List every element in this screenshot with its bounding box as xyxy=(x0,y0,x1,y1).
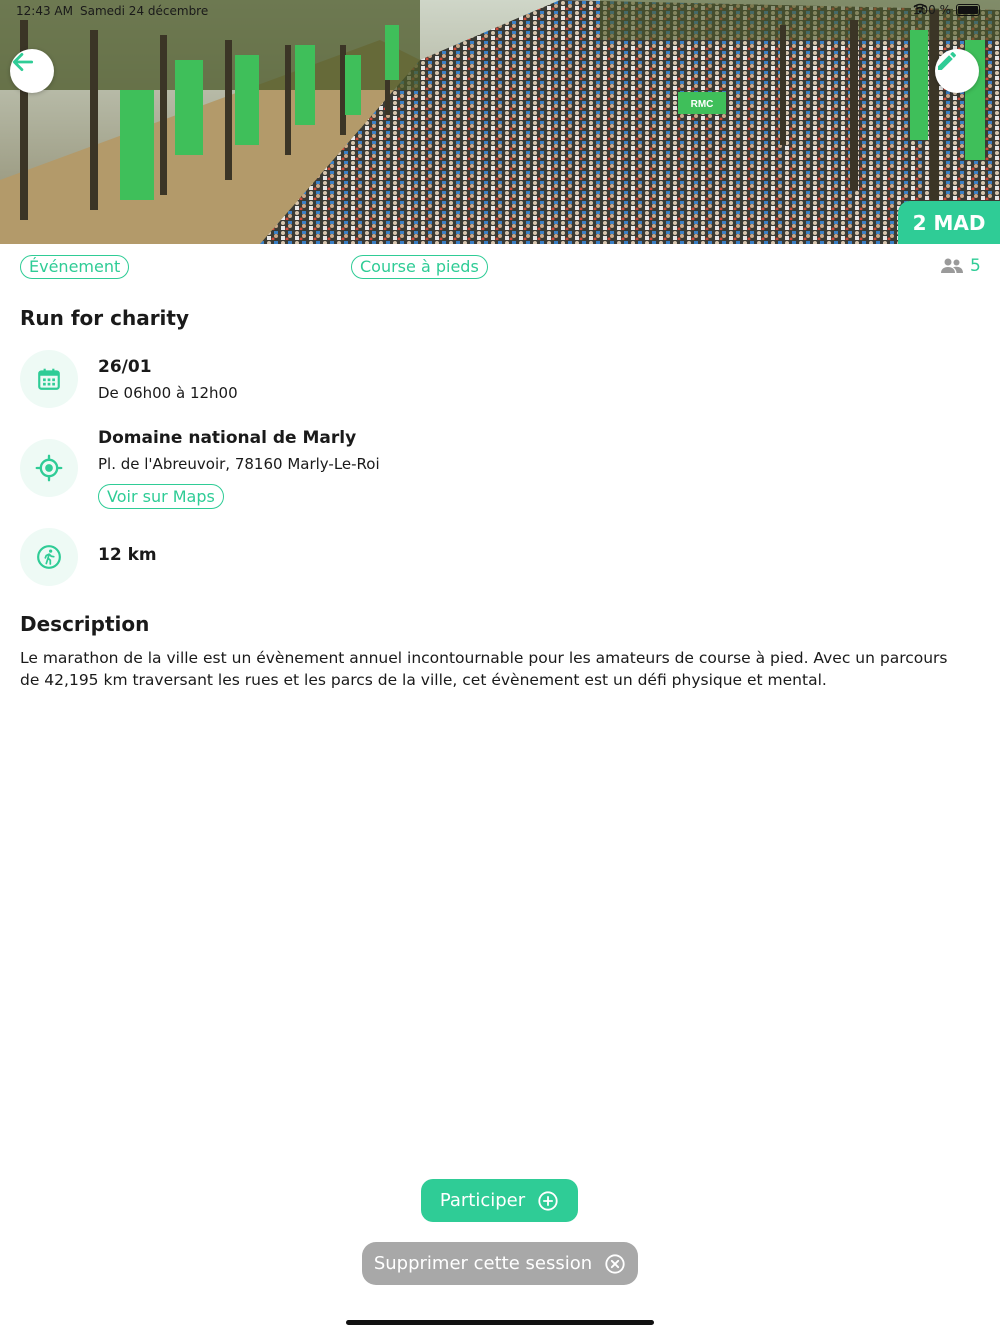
participants-count: 5 xyxy=(940,256,981,276)
delete-session-button[interactable]: Supprimer cette session xyxy=(362,1242,638,1285)
location-icon-wrapper xyxy=(20,439,78,497)
arrow-left-icon xyxy=(12,53,34,71)
runner-icon xyxy=(37,545,61,569)
event-title: Run for charity xyxy=(20,306,190,330)
back-button[interactable] xyxy=(10,49,54,93)
wifi-icon xyxy=(913,3,927,13)
event-cover-image: RMC 12:43 AM Samedi 24 décembre 100 % 2 … xyxy=(0,0,1000,244)
close-circle-icon xyxy=(605,1253,625,1274)
people-icon xyxy=(941,258,963,273)
delete-session-label: Supprimer cette session xyxy=(373,1253,593,1274)
location-address: Pl. de l'Abreuvoir, 78160 Marly-Le-Roi xyxy=(98,455,380,473)
description-heading: Description xyxy=(20,612,150,636)
status-bar: 12:43 AM Samedi 24 décembre 100 % xyxy=(0,0,1000,24)
location-name: Domaine national de Marly xyxy=(98,428,357,448)
home-indicator[interactable] xyxy=(346,1320,654,1325)
participants-number: 5 xyxy=(970,256,981,276)
plus-circle-icon xyxy=(538,1190,558,1211)
participate-button[interactable]: Participer xyxy=(421,1179,578,1222)
edit-button[interactable] xyxy=(935,49,979,93)
participate-label: Participer xyxy=(439,1190,526,1211)
event-date: 26/01 xyxy=(98,357,152,377)
status-date: Samedi 24 décembre xyxy=(80,4,209,18)
event-detail-screen: RMC 12:43 AM Samedi 24 décembre 100 % 2 … xyxy=(0,0,1000,1334)
pencil-icon xyxy=(938,51,957,70)
status-time: 12:43 AM xyxy=(16,4,73,18)
gps-target-icon xyxy=(35,454,63,482)
view-on-maps-button[interactable]: Voir sur Maps xyxy=(98,484,224,509)
svg-text:RMC: RMC xyxy=(691,99,714,110)
sport-tag: Course à pieds xyxy=(351,255,488,279)
status-right: 100 % xyxy=(913,3,980,17)
category-tag: Événement xyxy=(20,255,130,279)
battery-icon xyxy=(956,4,980,16)
date-icon-wrapper xyxy=(20,350,78,408)
distance-icon-wrapper xyxy=(20,528,78,586)
event-time-range: De 06h00 à 12h00 xyxy=(98,384,238,402)
description-text: Le marathon de la ville est un évènement… xyxy=(20,649,948,689)
price-badge: 2 MAD xyxy=(898,201,1000,244)
marathon-crowd-illustration: RMC xyxy=(0,0,1000,244)
calendar-icon xyxy=(38,368,60,390)
event-distance: 12 km xyxy=(98,545,157,565)
